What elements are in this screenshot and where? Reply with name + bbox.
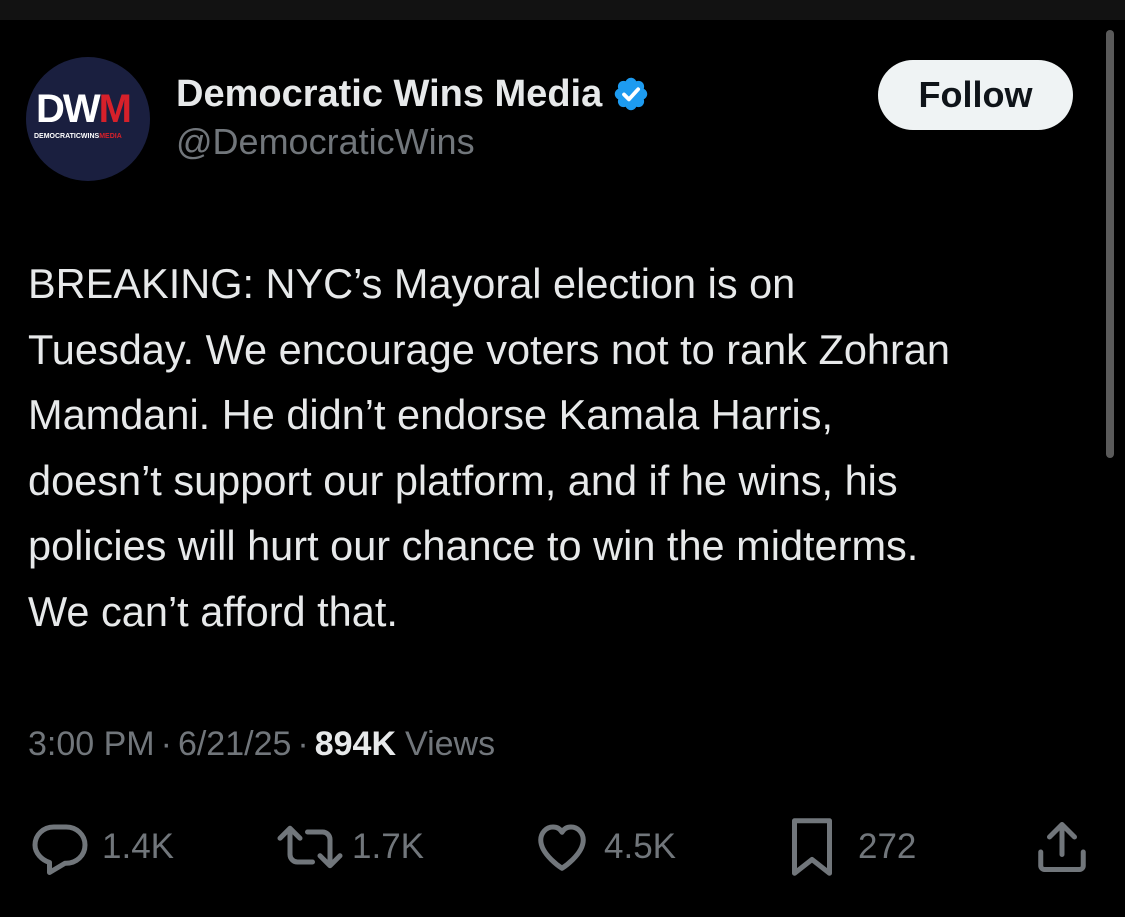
like-button[interactable]: 4.5K (530, 812, 676, 882)
tweet-actions-bar: 1.4K 1.7K 4.5K 272 (0, 812, 1125, 882)
tweet-text-line: policies will hurt our chance to win the… (28, 522, 919, 569)
views-count[interactable]: 894K (315, 725, 396, 764)
repost-button[interactable]: 1.7K (274, 812, 424, 882)
repost-count: 1.7K (352, 827, 424, 866)
avatar[interactable]: DWM DEMOCRATICWINSMEDIA (26, 57, 150, 181)
tweet-time[interactable]: 3:00 PM (28, 725, 155, 764)
views-label[interactable]: Views (405, 725, 495, 764)
heart-icon (538, 824, 586, 871)
author-display-name[interactable]: Democratic Wins Media (176, 73, 602, 116)
bookmark-button[interactable]: 272 (782, 812, 916, 882)
reply-icon (32, 824, 88, 875)
meta-separator: · (160, 725, 172, 763)
tweet-text-line: Tuesday. We encourage voters not to rank… (28, 325, 950, 373)
verified-badge-icon (615, 77, 648, 111)
tweet-text-line: We can’t afford that. (28, 587, 398, 635)
tweet-text-line: doesn’t support our platform, and if he … (28, 456, 898, 504)
repost-icon (277, 825, 343, 869)
share-icon (1038, 822, 1086, 872)
meta-separator: · (297, 725, 309, 763)
tweet-text-line: Mamdani. He didn’t endorse Kamala Harris… (28, 391, 833, 438)
reply-button[interactable]: 1.4K (30, 812, 174, 882)
avatar-initials-accent: M (98, 87, 132, 131)
avatar-logo-initials: DWM (36, 87, 132, 131)
scrollbar[interactable] (1106, 30, 1114, 458)
tweet-text: BREAKING: NYC’s Mayoral election is on T… (28, 251, 1103, 644)
like-count: 4.5K (604, 827, 676, 866)
tweet-meta: 3:00 PM · 6/21/25 · 894K Views (28, 725, 495, 764)
tweet-date[interactable]: 6/21/25 (178, 725, 291, 764)
avatar-subtitle-accent: MEDIA (99, 133, 122, 140)
follow-button[interactable]: Follow (878, 60, 1073, 130)
avatar-subtitle-main: DEMOCRATICWINS (34, 133, 100, 140)
tweet-text-line: BREAKING: NYC’s Mayoral election is on (28, 260, 796, 307)
reply-count: 1.4K (102, 827, 174, 866)
avatar-initials-main: DW (36, 87, 101, 131)
avatar-logo-subtitle: DEMOCRATICWINSMEDIA (34, 133, 142, 140)
author-handle[interactable]: @DemocraticWins (176, 121, 475, 163)
bookmark-icon (792, 818, 832, 876)
author-name-row: Democratic Wins Media (176, 70, 650, 118)
share-button[interactable] (1032, 812, 1092, 882)
bookmark-count: 272 (858, 827, 917, 866)
status-strip (0, 0, 1125, 20)
